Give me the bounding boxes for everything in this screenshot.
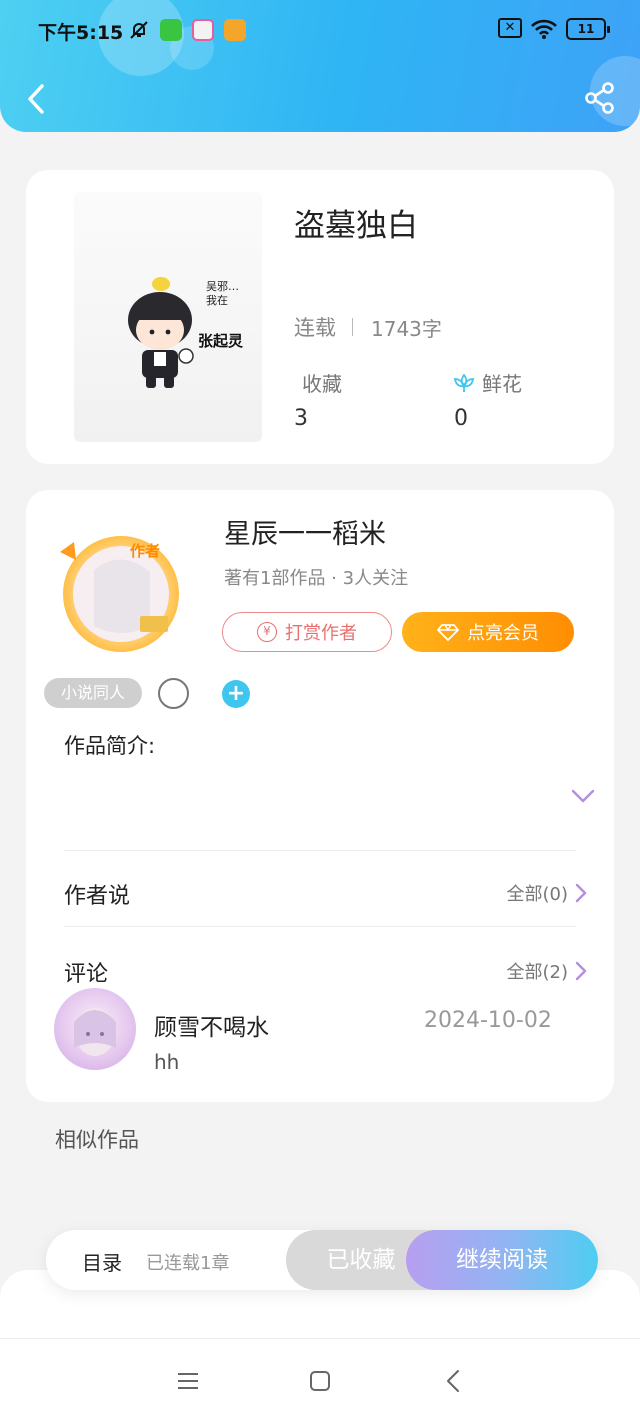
status-time: 下午5:15 (38, 22, 124, 44)
comments-all-label: 全部(2) (506, 962, 569, 983)
chevron-down-icon[interactable] (570, 786, 596, 806)
author-says-title: 作者说 (64, 884, 131, 909)
action-bar: 目录 已连载1章 已收藏 继续阅读 (46, 1230, 598, 1290)
meta-divider (352, 318, 353, 336)
flowers-label: 鲜花 (482, 372, 522, 396)
commenter-name[interactable]: 顾雪不喝水 (154, 1008, 269, 1042)
intro-label: 作品简介: (64, 734, 156, 758)
header: 下午5:15 ✕ 11 (0, 0, 640, 132)
yen-icon: ¥ (257, 622, 277, 642)
chapter-count: 已连载1章 (146, 1253, 230, 1274)
cover-text-2: 我在 (206, 294, 228, 307)
back-icon[interactable] (440, 1367, 468, 1395)
flowers-value: 0 (454, 406, 468, 431)
comments-title: 评论 (64, 962, 109, 987)
flower-icon (452, 372, 476, 394)
author-badge: 作者 (130, 542, 161, 560)
share-button[interactable] (582, 80, 618, 116)
favorites-value: 3 (294, 406, 308, 431)
continue-reading-button[interactable]: 继续阅读 (406, 1230, 598, 1290)
diamond-icon (437, 623, 459, 641)
book-title: 盗墓独白 (294, 208, 418, 244)
back-button[interactable] (20, 80, 54, 118)
author-says-all-label: 全部(0) (506, 884, 569, 905)
commenter-avatar[interactable] (54, 988, 136, 1070)
book-cover[interactable]: 吴邪… 我在 张起灵 (74, 192, 262, 442)
toc-button[interactable]: 目录 (82, 1247, 122, 1276)
comments-all-link[interactable]: 全部(2) (507, 958, 589, 984)
reward-author-label: 打赏作者 (285, 623, 357, 644)
home-icon[interactable] (306, 1367, 334, 1395)
cover-text-3: 张起灵 (198, 332, 244, 350)
book-notification-icon (224, 19, 246, 41)
reward-author-button[interactable]: ¥ 打赏作者 (222, 612, 392, 652)
divider (64, 926, 576, 927)
bell-muted-icon (128, 19, 150, 41)
wifi-icon (530, 18, 558, 44)
author-says-all-link[interactable]: 全部(0) (507, 880, 589, 906)
author-card: 作者 星辰一一稻米 著有1部作品 · 3人关注 ¥ 打赏作者 点亮会员 小说同人… (26, 490, 614, 1102)
flowers-stat[interactable]: 鲜花 (452, 368, 522, 397)
book-meta: 连载 1743字 (294, 312, 442, 342)
author-avatar[interactable]: 作者 (54, 530, 188, 654)
comment-date: 2024-10-02 (424, 1008, 552, 1033)
system-nav-bar (0, 1338, 640, 1422)
comment-text: hh (154, 1050, 180, 1074)
author-stats: 著有1部作品 · 3人关注 (224, 568, 409, 589)
activate-vip-label: 点亮会员 (467, 623, 539, 644)
category-tag[interactable]: 小说同人 (44, 678, 142, 708)
battery-icon: 11 (566, 18, 610, 40)
sim-off-icon: ✕ (498, 18, 522, 38)
activate-vip-button[interactable]: 点亮会员 (402, 612, 574, 652)
divider (64, 850, 576, 851)
book-word-count: 1743字 (371, 316, 442, 341)
status-bar: 下午5:15 ✕ 11 (0, 0, 640, 62)
game-notification-icon (192, 19, 214, 41)
chevron-right-icon (574, 882, 588, 904)
tag-placeholder-circle[interactable] (158, 678, 189, 709)
chevron-right-icon (574, 960, 588, 982)
book-status: 连载 (294, 316, 336, 340)
book-info-card: 吴邪… 我在 张起灵 盗墓独白 连载 1743字 收藏 3 鲜花 0 (26, 170, 614, 464)
add-tag-button[interactable]: + (222, 680, 250, 708)
favorites-label: 收藏 (302, 372, 342, 396)
similar-works-title: 相似作品 (55, 1128, 139, 1152)
menu-icon[interactable] (174, 1367, 202, 1395)
app-notification-icon (160, 19, 182, 41)
author-name[interactable]: 星辰一一稻米 (224, 512, 386, 551)
